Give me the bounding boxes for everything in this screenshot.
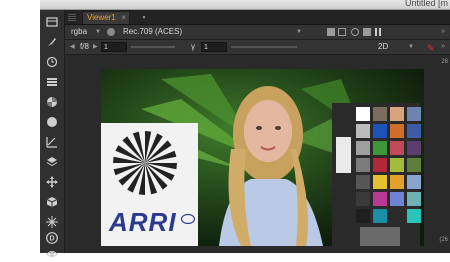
drag-grip[interactable]	[68, 13, 76, 21]
color-patch	[407, 192, 421, 206]
layout-icon[interactable]	[44, 14, 60, 30]
viewer-controls-row-1: rgba ▼ Rec.709 (ACES) ▼ »	[65, 25, 450, 40]
roi-icon[interactable]	[363, 28, 371, 36]
color-patch	[356, 141, 370, 155]
color-patch	[373, 124, 387, 138]
arri-logo: ARRI	[109, 207, 177, 237]
chevron-double-icon[interactable]: »	[441, 40, 445, 54]
view-mode-select[interactable]: 2D	[378, 40, 388, 54]
color-patch	[390, 158, 404, 172]
transform-icon[interactable]	[44, 174, 60, 190]
pen-icon[interactable]: ✎	[427, 41, 435, 55]
viewer-tab-bar: Viewer1 × ▪	[65, 10, 450, 25]
pause-icon[interactable]	[375, 28, 381, 36]
viewer-canvas[interactable]: 28 (26 ARRI	[65, 55, 450, 253]
layers-icon[interactable]	[44, 154, 60, 170]
curve-tool-icon[interactable]	[44, 134, 60, 150]
left-toolbar: D	[40, 10, 65, 257]
color-patch	[356, 175, 370, 189]
color-patch	[390, 107, 404, 121]
wipe-icon[interactable]	[338, 28, 346, 36]
color-patch	[373, 175, 387, 189]
color-patch	[390, 124, 404, 138]
circle-icon[interactable]	[44, 114, 60, 130]
color-patch	[356, 124, 370, 138]
fstop-input[interactable]: 1	[101, 42, 127, 52]
gamma-input[interactable]: 1	[201, 42, 227, 52]
color-patch	[373, 158, 387, 172]
color-patch	[390, 209, 404, 223]
color-wheel-icon[interactable]	[44, 94, 60, 110]
color-patch	[356, 209, 370, 223]
color-patch	[373, 107, 387, 121]
cube-icon[interactable]	[44, 194, 60, 210]
chevron-double-icon[interactable]: »	[441, 25, 445, 39]
color-patch	[407, 107, 421, 121]
chevron-down-icon: ▼	[408, 44, 414, 50]
color-patch	[373, 209, 387, 223]
fstop-slider[interactable]	[131, 46, 175, 48]
chevron-left-icon[interactable]: ◀	[70, 40, 75, 54]
window-titlebar: Untitled [m	[40, 0, 450, 10]
viewport-corner-label: (26	[439, 237, 448, 243]
viewer-controls-row-2: ◀ f/8 ▶ 1 γ 1 2D ▼ ✎ »	[65, 40, 450, 55]
compare-icon[interactable]	[327, 28, 335, 36]
color-patch	[407, 209, 421, 223]
chevron-down-icon: ▼	[95, 29, 101, 35]
color-patch	[390, 192, 404, 206]
siemens-star-chart: ARRI	[101, 123, 198, 246]
eye-icon[interactable]	[44, 246, 60, 262]
color-patch	[390, 141, 404, 155]
svg-text:D: D	[49, 236, 54, 243]
settings-icon[interactable]	[351, 28, 359, 36]
close-icon[interactable]: ×	[121, 12, 126, 24]
color-patch	[356, 107, 370, 121]
list-icon[interactable]	[44, 74, 60, 90]
chevron-down-icon: ▼	[296, 29, 302, 35]
window-title: Untitled [m	[404, 0, 448, 8]
sparkle-icon[interactable]	[44, 214, 60, 230]
clock-icon[interactable]	[44, 54, 60, 70]
fstop-label: f/8	[80, 42, 89, 51]
color-checker-chart	[332, 103, 421, 246]
gamma-slider[interactable]	[231, 46, 297, 48]
viewport-corner-label: 28	[441, 59, 448, 65]
color-patch	[356, 192, 370, 206]
tab-viewer1[interactable]: Viewer1 ×	[82, 11, 130, 24]
color-patch	[390, 175, 404, 189]
white-reference-patch	[336, 137, 351, 173]
viewer-application: Untitled [m D Viewer1 × ▪ rgba ▼ Rec.709…	[40, 0, 450, 257]
gray-reference-patch	[360, 227, 400, 246]
color-patch	[407, 158, 421, 172]
color-patch	[373, 141, 387, 155]
color-patch	[407, 175, 421, 189]
channel-dot-icon[interactable]	[107, 28, 115, 36]
add-tab-icon[interactable]: ▪	[139, 12, 149, 22]
color-patch	[356, 158, 370, 172]
color-patch	[373, 192, 387, 206]
arri-emblem-icon	[181, 214, 195, 224]
channels-select[interactable]: rgba	[71, 25, 87, 39]
siemens-star-icon	[113, 131, 177, 195]
color-patch	[407, 124, 421, 138]
tab-label: Viewer1	[87, 13, 116, 22]
d-icon[interactable]: D	[44, 230, 60, 246]
colorspace-select[interactable]: Rec.709 (ACES)	[123, 25, 182, 39]
gamma-label: γ	[191, 42, 195, 51]
color-patch	[407, 141, 421, 155]
chevron-right-icon[interactable]: ▶	[93, 40, 98, 54]
paint-brush-icon[interactable]	[44, 34, 60, 50]
viewer-image: ARRI	[101, 69, 424, 246]
